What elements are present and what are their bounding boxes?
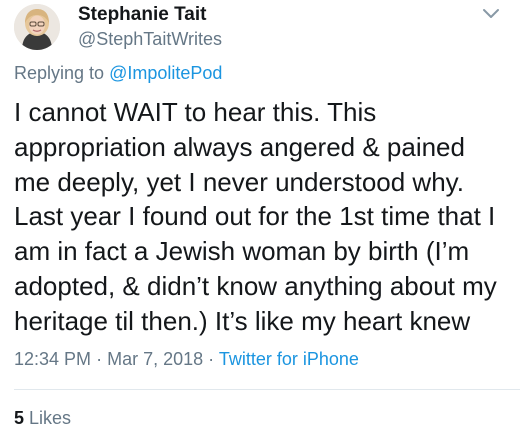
likes-link[interactable]: 5 Likes bbox=[14, 408, 71, 429]
divider bbox=[14, 389, 520, 390]
profile-photo-icon bbox=[14, 4, 60, 50]
tweet-text: I cannot WAIT to hear this. This appropr… bbox=[14, 95, 514, 339]
tweet-text-line: am in fact a Jewish woman by birth (I’m bbox=[14, 236, 470, 267]
tweet-text-line: me deeply, yet I never understood why. bbox=[14, 166, 464, 197]
replying-to-mention-link[interactable]: @ImpolitePod bbox=[109, 63, 222, 83]
tweet-text-line: adopted, & didn’t know anything about my bbox=[14, 270, 497, 301]
meta-separator: · bbox=[96, 349, 103, 369]
tweet-text-line: I cannot WAIT to hear this. This bbox=[14, 97, 377, 127]
tweet-text-line: appropriation always angered & pained bbox=[14, 131, 465, 162]
meta-separator: · bbox=[208, 349, 215, 369]
tweet-time[interactable]: 12:34 PM bbox=[14, 349, 91, 369]
replying-to-label: Replying to bbox=[14, 63, 105, 83]
tweet-text-line: Last year I found out for the 1st time t… bbox=[14, 201, 496, 232]
author-handle[interactable]: @StephTaitWrites bbox=[78, 29, 222, 50]
likes-count: 5 bbox=[14, 408, 25, 428]
likes-label: Likes bbox=[29, 408, 72, 428]
replying-to: Replying to @ImpolitePod bbox=[14, 63, 222, 84]
chevron-down-icon[interactable] bbox=[482, 8, 500, 20]
tweet-date[interactable]: Mar 7, 2018 bbox=[107, 349, 203, 369]
avatar[interactable] bbox=[14, 4, 60, 50]
tweet-source-link[interactable]: Twitter for iPhone bbox=[219, 349, 359, 369]
author-display-name[interactable]: Stephanie Tait bbox=[78, 4, 206, 26]
tweet-text-line: heritage til then.) It’s like my heart k… bbox=[14, 305, 471, 336]
tweet-meta: 12:34 PM · Mar 7, 2018 · Twitter for iPh… bbox=[14, 349, 359, 370]
